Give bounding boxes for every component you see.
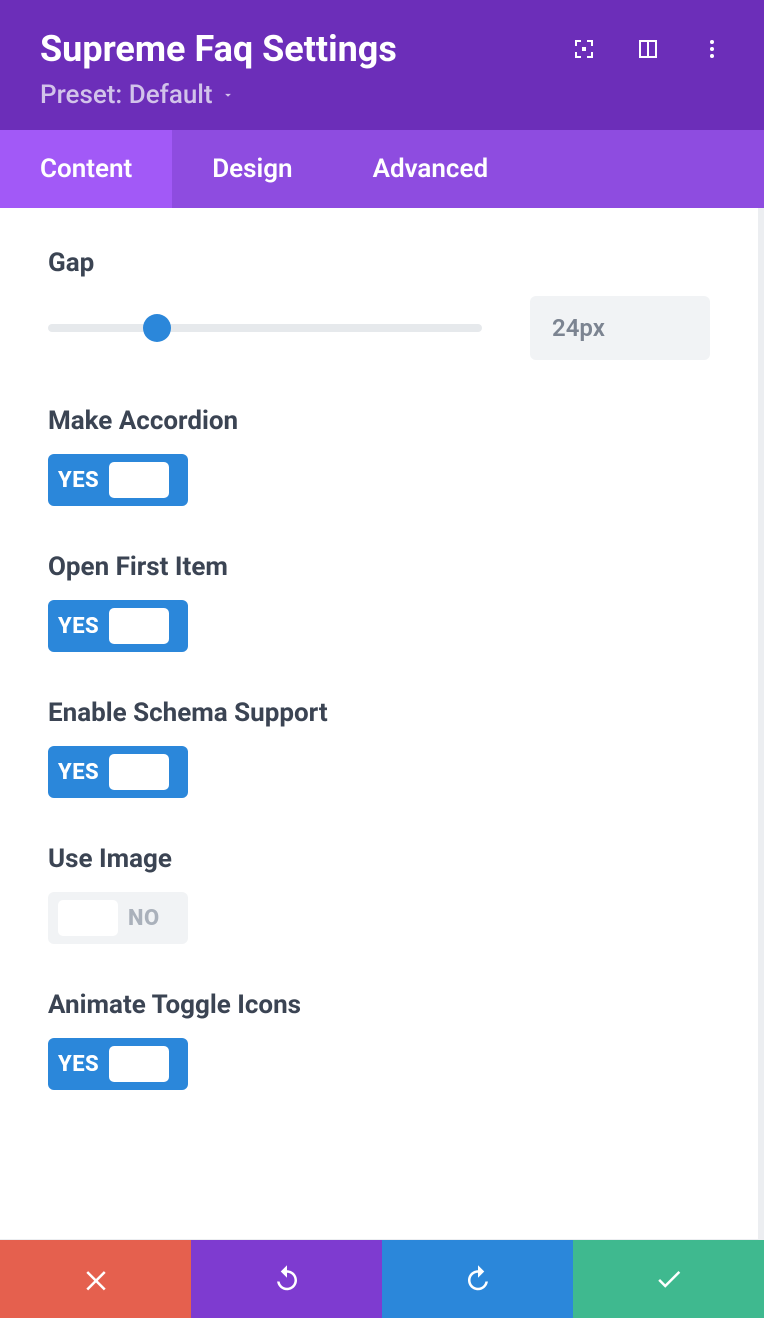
toggle-text: YES xyxy=(58,614,99,639)
open-first-item-toggle[interactable]: YES xyxy=(48,600,188,652)
enable-schema-support-toggle[interactable]: YES xyxy=(48,746,188,798)
cancel-button[interactable] xyxy=(0,1240,191,1318)
more-icon[interactable] xyxy=(700,37,724,61)
animate-toggle-icons-label: Animate Toggle Icons xyxy=(48,990,710,1020)
slider-thumb[interactable] xyxy=(143,314,171,342)
expand-icon[interactable] xyxy=(572,37,596,61)
tab-design[interactable]: Design xyxy=(172,130,332,208)
columns-icon[interactable] xyxy=(636,37,660,61)
open-first-item-label: Open First Item xyxy=(48,552,710,582)
toggle-text: YES xyxy=(58,468,99,493)
tab-content[interactable]: Content xyxy=(0,130,172,208)
check-icon xyxy=(654,1264,684,1294)
settings-content: Gap 24px Make Accordion YES Open First I… xyxy=(0,208,764,1239)
toggle-knob xyxy=(109,462,169,498)
field-gap: Gap 24px xyxy=(48,248,710,360)
preset-label: Preset: Default xyxy=(40,80,213,110)
tabs: Content Design Advanced xyxy=(0,130,764,208)
enable-schema-support-label: Enable Schema Support xyxy=(48,698,710,728)
toggle-text: NO xyxy=(128,906,160,931)
header-top-row: Supreme Faq Settings xyxy=(40,28,724,70)
tab-advanced[interactable]: Advanced xyxy=(333,130,529,208)
save-button[interactable] xyxy=(573,1240,764,1318)
settings-header: Supreme Faq Settings Preset: Default xyxy=(0,0,764,130)
toggle-knob xyxy=(58,900,118,936)
field-use-image: Use Image NO xyxy=(48,844,710,944)
field-animate-toggle-icons: Animate Toggle Icons YES xyxy=(48,990,710,1090)
redo-icon xyxy=(463,1264,493,1294)
make-accordion-toggle[interactable]: YES xyxy=(48,454,188,506)
field-enable-schema-support: Enable Schema Support YES xyxy=(48,698,710,798)
gap-control-row: 24px xyxy=(48,296,710,360)
gap-value-input[interactable]: 24px xyxy=(530,296,710,360)
toggle-text: YES xyxy=(58,760,99,785)
chevron-down-icon xyxy=(221,88,235,102)
close-icon xyxy=(81,1264,111,1294)
slider-track xyxy=(48,324,482,332)
toggle-knob xyxy=(109,1046,169,1082)
toggle-text: YES xyxy=(58,1052,99,1077)
header-icon-group xyxy=(572,37,724,61)
use-image-label: Use Image xyxy=(48,844,710,874)
undo-button[interactable] xyxy=(191,1240,382,1318)
redo-button[interactable] xyxy=(382,1240,573,1318)
animate-toggle-icons-toggle[interactable]: YES xyxy=(48,1038,188,1090)
footer-actions xyxy=(0,1240,764,1318)
use-image-toggle[interactable]: NO xyxy=(48,892,188,944)
undo-icon xyxy=(272,1264,302,1294)
field-open-first-item: Open First Item YES xyxy=(48,552,710,652)
gap-slider[interactable] xyxy=(48,318,482,338)
page-title: Supreme Faq Settings xyxy=(40,28,397,70)
field-make-accordion: Make Accordion YES xyxy=(48,406,710,506)
make-accordion-label: Make Accordion xyxy=(48,406,710,436)
preset-dropdown[interactable]: Preset: Default xyxy=(40,80,724,110)
toggle-knob xyxy=(109,608,169,644)
toggle-knob xyxy=(109,754,169,790)
gap-label: Gap xyxy=(48,248,710,278)
